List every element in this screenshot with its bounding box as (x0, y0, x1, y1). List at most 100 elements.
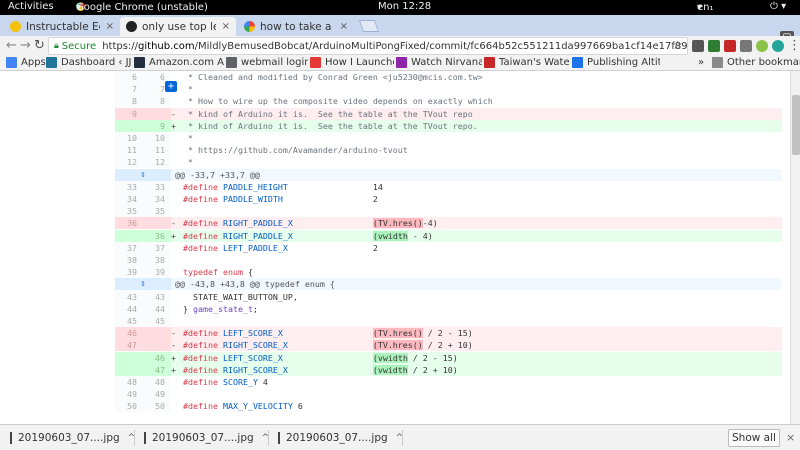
new-line-number[interactable]: 49 (143, 388, 171, 401)
amazon-icon (134, 57, 145, 68)
old-line-number[interactable]: 50 (115, 400, 143, 413)
system-tray[interactable]: ⏻ ▾ (770, 1, 786, 12)
new-line-number[interactable]: 39 (143, 266, 171, 279)
close-icon[interactable]: × (786, 431, 795, 444)
bookmark-amazon[interactable]: Amazon.com As (134, 57, 224, 68)
new-line-number[interactable]: 45 (143, 315, 171, 327)
new-line-number[interactable]: 8 (143, 95, 171, 108)
bookmark-taiwans-waterfall[interactable]: Taiwan's Waterfa (484, 57, 570, 68)
old-line-number[interactable]: 38 (115, 254, 143, 266)
bookmark-how-i-launched[interactable]: How I Launched (310, 57, 394, 68)
old-line-number[interactable]: 11 (115, 144, 143, 157)
old-line-number[interactable]: 49 (115, 388, 143, 401)
old-line-number[interactable]: 10 (115, 132, 143, 144)
bookmark-watch-nirvana[interactable]: Watch Nirvana in (396, 57, 482, 68)
old-line-number[interactable]: 34 (115, 193, 143, 205)
page-scrollbar[interactable] (790, 71, 800, 424)
old-line-number[interactable]: 36 (115, 217, 143, 230)
new-line-number[interactable]: 11 (143, 144, 171, 157)
activities-button[interactable]: Activities (8, 1, 54, 12)
new-line-number[interactable] (143, 217, 171, 230)
other-bookmarks[interactable]: Other bookmarks (712, 57, 800, 68)
add-comment-plus-icon[interactable]: + (165, 81, 177, 92)
expand-icon[interactable]: ⇕ (115, 278, 171, 291)
clock[interactable]: Mon 12:28 (378, 1, 431, 12)
new-line-number[interactable]: 50 (143, 400, 171, 413)
close-icon[interactable]: × (222, 21, 230, 32)
new-line-number[interactable]: 9 (143, 119, 171, 132)
extension-ab-icon[interactable] (692, 40, 704, 52)
new-line-number[interactable]: 48 (143, 376, 171, 388)
old-line-number[interactable]: 37 (115, 241, 143, 254)
download-item[interactable]: 20190603_07....jpg ^ (10, 429, 135, 447)
bookmarks-overflow-icon[interactable]: » (698, 57, 704, 68)
tab-google-search[interactable]: how to take a scree × (238, 17, 354, 36)
new-line-number[interactable]: 44 (143, 302, 171, 315)
bookmark-apps[interactable]: Apps (6, 57, 46, 68)
expand-icon[interactable]: ⇕ (115, 168, 171, 181)
app-menu-label: Google Chrome (unstable) (76, 2, 208, 13)
old-line-number[interactable]: 6 (115, 71, 143, 83)
new-line-number[interactable]: 47 (143, 363, 171, 376)
download-item[interactable]: 20190603_07....jpg ^ (278, 429, 403, 447)
new-line-number[interactable]: 36 (143, 229, 171, 242)
new-line-number[interactable]: 46 (143, 351, 171, 364)
old-line-number[interactable]: 46 (115, 327, 143, 340)
new-line-number[interactable]: 43 (143, 290, 171, 303)
code-text: #define LEFT_SCORE_X (TV.hres() / 2 - 15… (183, 328, 473, 339)
diff-line: 12 12 * (115, 156, 782, 169)
diff-marker: - (171, 328, 176, 339)
divider (134, 430, 135, 446)
new-line-number[interactable] (143, 107, 171, 120)
extension-pocket-icon[interactable] (708, 40, 720, 52)
old-line-number[interactable]: 48 (115, 376, 143, 388)
scrollbar-thumb[interactable] (792, 95, 800, 155)
chrome-menu-icon[interactable]: ⋮ (788, 38, 800, 54)
old-line-number[interactable] (115, 351, 143, 364)
new-line-number[interactable]: 33 (143, 180, 171, 193)
bookmark-webmail[interactable]: webmail login - (226, 57, 308, 68)
close-icon[interactable]: × (340, 21, 348, 32)
new-line-number[interactable]: 12 (143, 156, 171, 169)
extension-mail-icon[interactable] (724, 40, 736, 52)
new-line-number[interactable] (143, 339, 171, 352)
old-line-number[interactable]: 39 (115, 266, 143, 279)
tab-instructable-editor[interactable]: Instructable Editor × (4, 17, 120, 36)
close-icon[interactable]: × (106, 21, 114, 32)
extension-g-icon[interactable] (756, 40, 768, 52)
extension-gear-icon[interactable] (740, 40, 752, 52)
bookmark-publishing-altitude[interactable]: Publishing Altitud (572, 57, 660, 68)
old-line-number[interactable]: 7 (115, 83, 143, 96)
tab-github-commit[interactable]: only use top left th × (120, 17, 236, 36)
old-line-number[interactable] (115, 363, 143, 376)
old-line-number[interactable]: 12 (115, 156, 143, 169)
bookmark-star-icon[interactable]: ☆ (672, 38, 683, 52)
old-line-number[interactable]: 35 (115, 205, 143, 218)
old-line-number[interactable]: 45 (115, 315, 143, 327)
new-line-number[interactable]: 37 (143, 241, 171, 254)
old-line-number[interactable]: 44 (115, 302, 143, 315)
download-item[interactable]: 20190603_07....jpg ^ (144, 429, 269, 447)
bookmark-dashboard[interactable]: Dashboard ‹ JJ G (46, 57, 134, 68)
new-line-number[interactable]: 38 (143, 254, 171, 266)
show-all-button[interactable]: Show all (728, 429, 780, 447)
new-line-number[interactable]: 10 (143, 132, 171, 144)
old-line-number[interactable] (115, 229, 143, 242)
new-line-number[interactable]: 34 (143, 193, 171, 205)
old-line-number[interactable]: 9 (115, 107, 143, 120)
old-line-number[interactable]: 33 (115, 180, 143, 193)
new-line-number[interactable] (143, 327, 171, 340)
new-line-number[interactable]: 35 (143, 205, 171, 218)
code-text: * kind of Arduino it is. See the table a… (183, 120, 478, 131)
address-bar[interactable]: 🔒︎ Secure https://github.com/MildlyBemus… (48, 37, 688, 55)
old-line-number[interactable]: 43 (115, 290, 143, 303)
extension-c-icon[interactable] (772, 40, 784, 52)
forward-arrow-icon[interactable]: → (20, 38, 31, 54)
old-line-number[interactable] (115, 119, 143, 132)
commit-diff: 66 * Cleaned and modified by Conrad Gree… (0, 71, 790, 424)
reload-icon[interactable]: ↻ (34, 38, 45, 54)
old-line-number[interactable]: 47 (115, 339, 143, 352)
code-text: #define LEFT_PADDLE_X 2 (183, 242, 378, 253)
old-line-number[interactable]: 8 (115, 95, 143, 108)
back-arrow-icon[interactable]: ← (6, 38, 17, 54)
